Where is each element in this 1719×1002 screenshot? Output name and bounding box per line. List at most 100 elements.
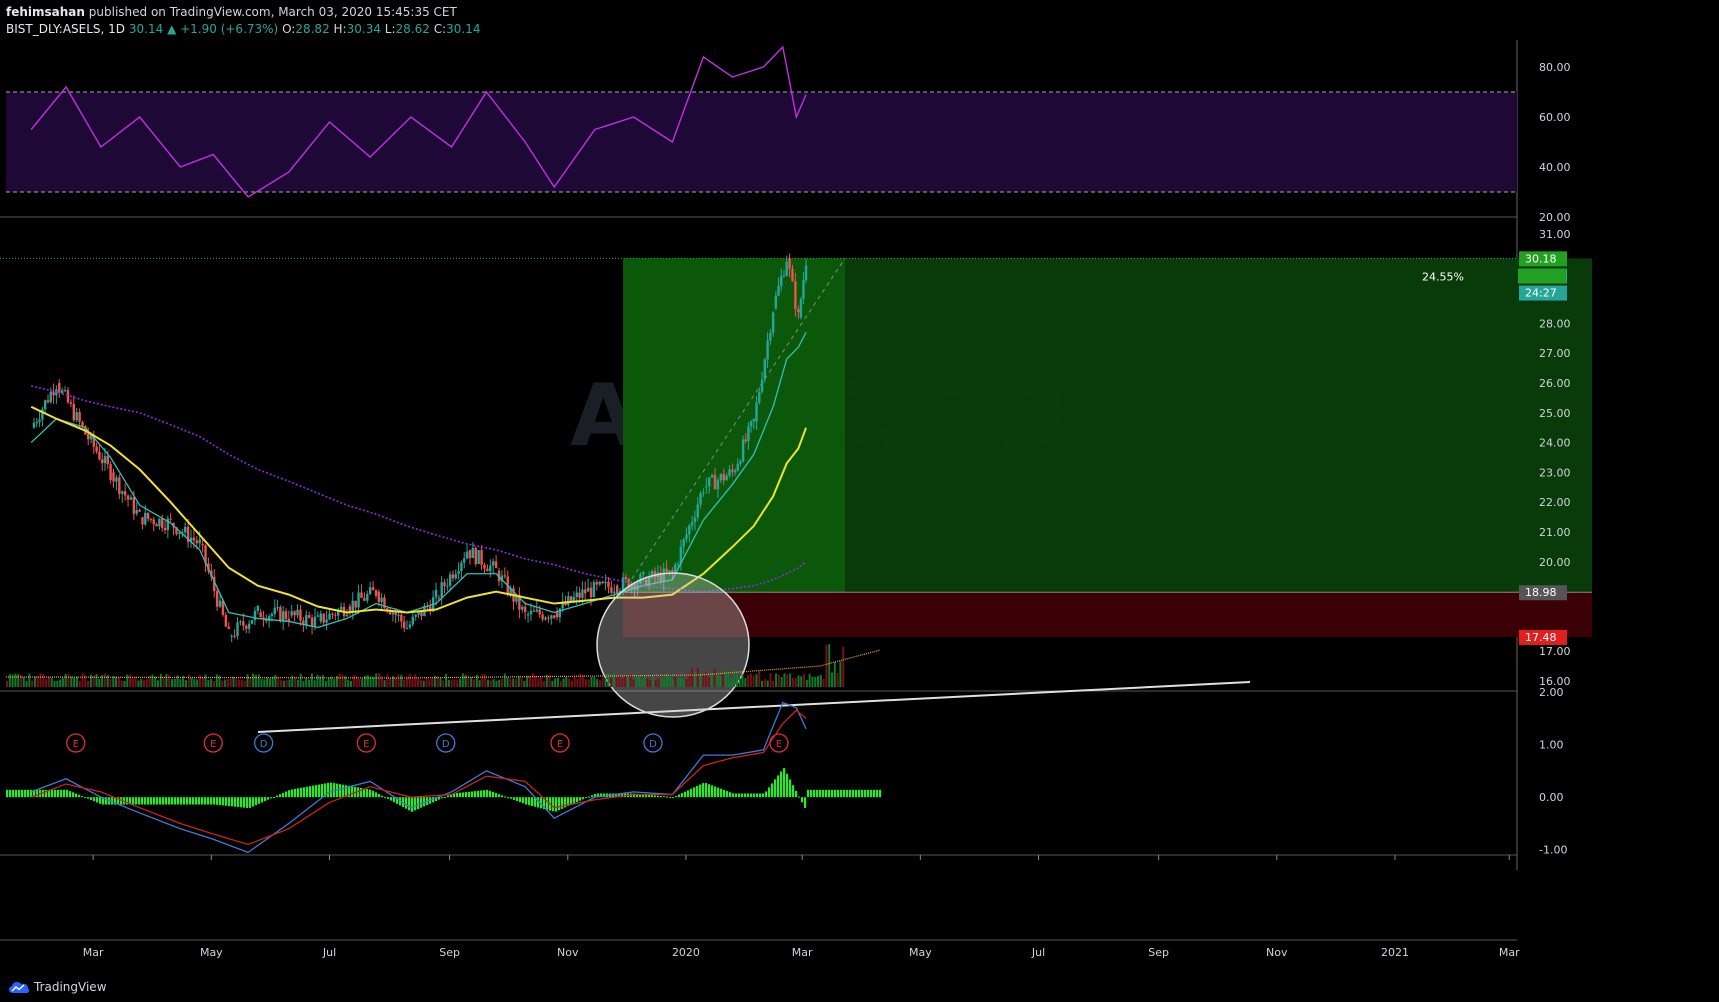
candle-body [129,497,133,500]
support-trendline [257,681,1251,733]
candle-body [739,461,742,464]
macd-histogram-bar [720,788,723,798]
candle-body [366,593,369,601]
time-tick-label: Mar [83,946,104,959]
countdown-tag: 24:27 [1525,287,1557,300]
macd-histogram-bar [516,797,519,802]
candle-body [158,518,161,527]
macd-histogram-bar [735,793,738,798]
volume-bar [308,679,311,687]
candle-body [121,491,124,494]
volume-bar [75,676,78,687]
macd-histogram-bar [858,789,861,798]
volume-bar [512,678,515,687]
publisher-name[interactable]: fehimsahan [6,5,85,19]
position-pct-label: 24.55% [1422,271,1464,284]
macd-histogram-bar [318,784,321,798]
macd-histogram-bar [417,797,420,810]
candle-body [339,606,343,610]
candle-body [256,605,260,611]
macd-histogram-bar [168,797,171,805]
volume-bar [705,673,708,687]
volume-bar [288,679,291,687]
candle-body [521,606,524,610]
candle-body [242,621,245,626]
highlight-ellipse [596,572,750,718]
volume-bar [201,676,204,687]
volume-bar [14,673,17,687]
volume-bar [394,677,397,687]
macd-histogram-bar [267,797,270,800]
macd-histogram-bar [258,797,261,804]
macd-histogram-bar [261,797,264,803]
macd-histogram-bar [159,797,162,805]
volume-bar [713,668,716,687]
price-tick-label: 24.00 [1539,437,1571,450]
volume-bar [28,673,31,687]
volume-bar [487,679,490,687]
volume-bar [514,678,517,687]
macd-histogram-bar [69,791,72,798]
volume-bar [822,678,825,687]
candle-body [550,615,553,619]
volume-bar [431,677,434,687]
time-tick-label: Jul [1031,946,1045,959]
candle-body [601,581,604,584]
rsi-tick-label: 60.00 [1539,111,1571,124]
price-change: ▲ +1.90 (+6.73%) [167,22,279,36]
candle-body [780,275,783,286]
candle-body [741,439,745,462]
candle-body [555,612,559,618]
volume-bar [643,675,646,687]
macd-histogram-bar [558,797,561,811]
macd-histogram-bar [207,797,210,805]
macd-histogram-bar [162,797,165,805]
volume-bar [652,676,655,687]
macd-histogram-bar [726,791,729,798]
tradingview-logo[interactable]: TradingView [8,980,107,994]
macd-histogram-bar [249,797,252,808]
macd-histogram-bar [195,797,198,805]
macd-histogram-bar [78,794,81,798]
volume-bar [842,646,845,687]
macd-histogram-bar [459,792,462,798]
volume-bar [56,680,59,687]
macd-histogram-bar [420,797,423,808]
volume-bar [322,675,325,687]
high-label: H: [333,22,347,36]
candle-body [584,589,587,594]
volume-bar [596,679,599,687]
macd-histogram-bar [375,792,378,798]
candle-body [198,539,201,544]
candle-body [360,592,363,598]
volume-bar [775,673,778,687]
candle-body [218,600,222,607]
candle-body [284,611,288,619]
time-tick-label: Nov [1266,946,1288,959]
macd-histogram-bar [654,795,657,798]
candle-body [368,587,372,594]
volume-bar [556,677,559,687]
candle-body [465,551,469,559]
candle-body [589,587,593,598]
macd-histogram-bar [321,783,324,798]
candle-body [716,480,720,490]
volume-bar [769,673,772,687]
macd-histogram-bar [855,789,858,798]
candle-body [319,613,322,622]
ohlc-legend: BIST_DLY:ASELS, 1D 30.14 ▲ +1.90 (+6.73%… [6,22,481,36]
macd-histogram-bar [30,789,33,798]
macd-histogram-bar [816,789,819,798]
rsi-band-fill [6,92,1517,192]
macd-histogram-bar [234,797,237,807]
macd-histogram-bar [189,797,192,805]
candle-body [529,610,533,615]
macd-histogram-bar [90,797,93,800]
macd-histogram-bar [63,789,66,798]
symbol-label[interactable]: BIST_DLY:ASELS, 1D [6,22,125,36]
candle-body [32,422,36,428]
chart-canvas[interactable]: 80.0060.0040.0020.00ASELS, 1DASELSANEEDE… [0,0,1719,1002]
candle-body [391,612,395,615]
volume-bar [618,676,621,687]
volume-bar [702,675,705,687]
